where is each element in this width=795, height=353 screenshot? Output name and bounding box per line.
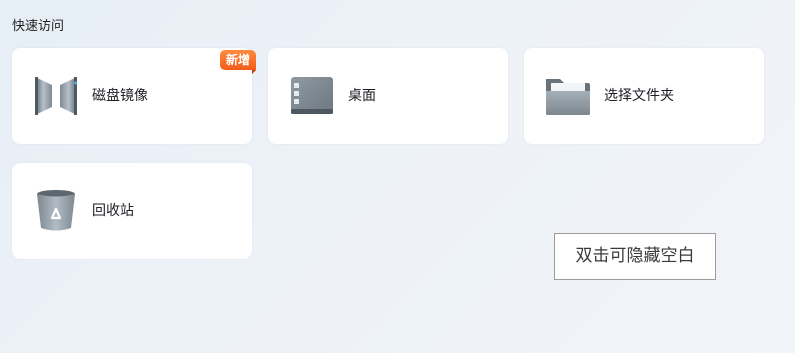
desktop-icon: [288, 73, 336, 119]
quick-access-card-desktop[interactable]: 桌面: [268, 48, 508, 144]
new-badge: 新增: [219, 50, 257, 74]
quick-access-label: 选择文件夹: [604, 88, 674, 104]
quick-access-card-select-folder[interactable]: 选择文件夹: [524, 48, 764, 144]
quick-access-label: 桌面: [348, 88, 376, 104]
quick-access-label: 回收站: [92, 203, 134, 219]
quick-access-title: 快速访问: [12, 19, 65, 34]
recycle-bin-icon: [32, 188, 80, 234]
folder-icon: [544, 73, 592, 119]
hide-blank-button[interactable]: 双击可隐藏空白: [554, 233, 716, 280]
quick-access-card-disk-image[interactable]: 磁盘镜像 新增: [12, 48, 257, 144]
disk-image-icon: [32, 73, 80, 119]
quick-access-label: 磁盘镜像: [92, 88, 148, 104]
quick-access-card-recycle-bin[interactable]: 回收站: [12, 163, 252, 259]
